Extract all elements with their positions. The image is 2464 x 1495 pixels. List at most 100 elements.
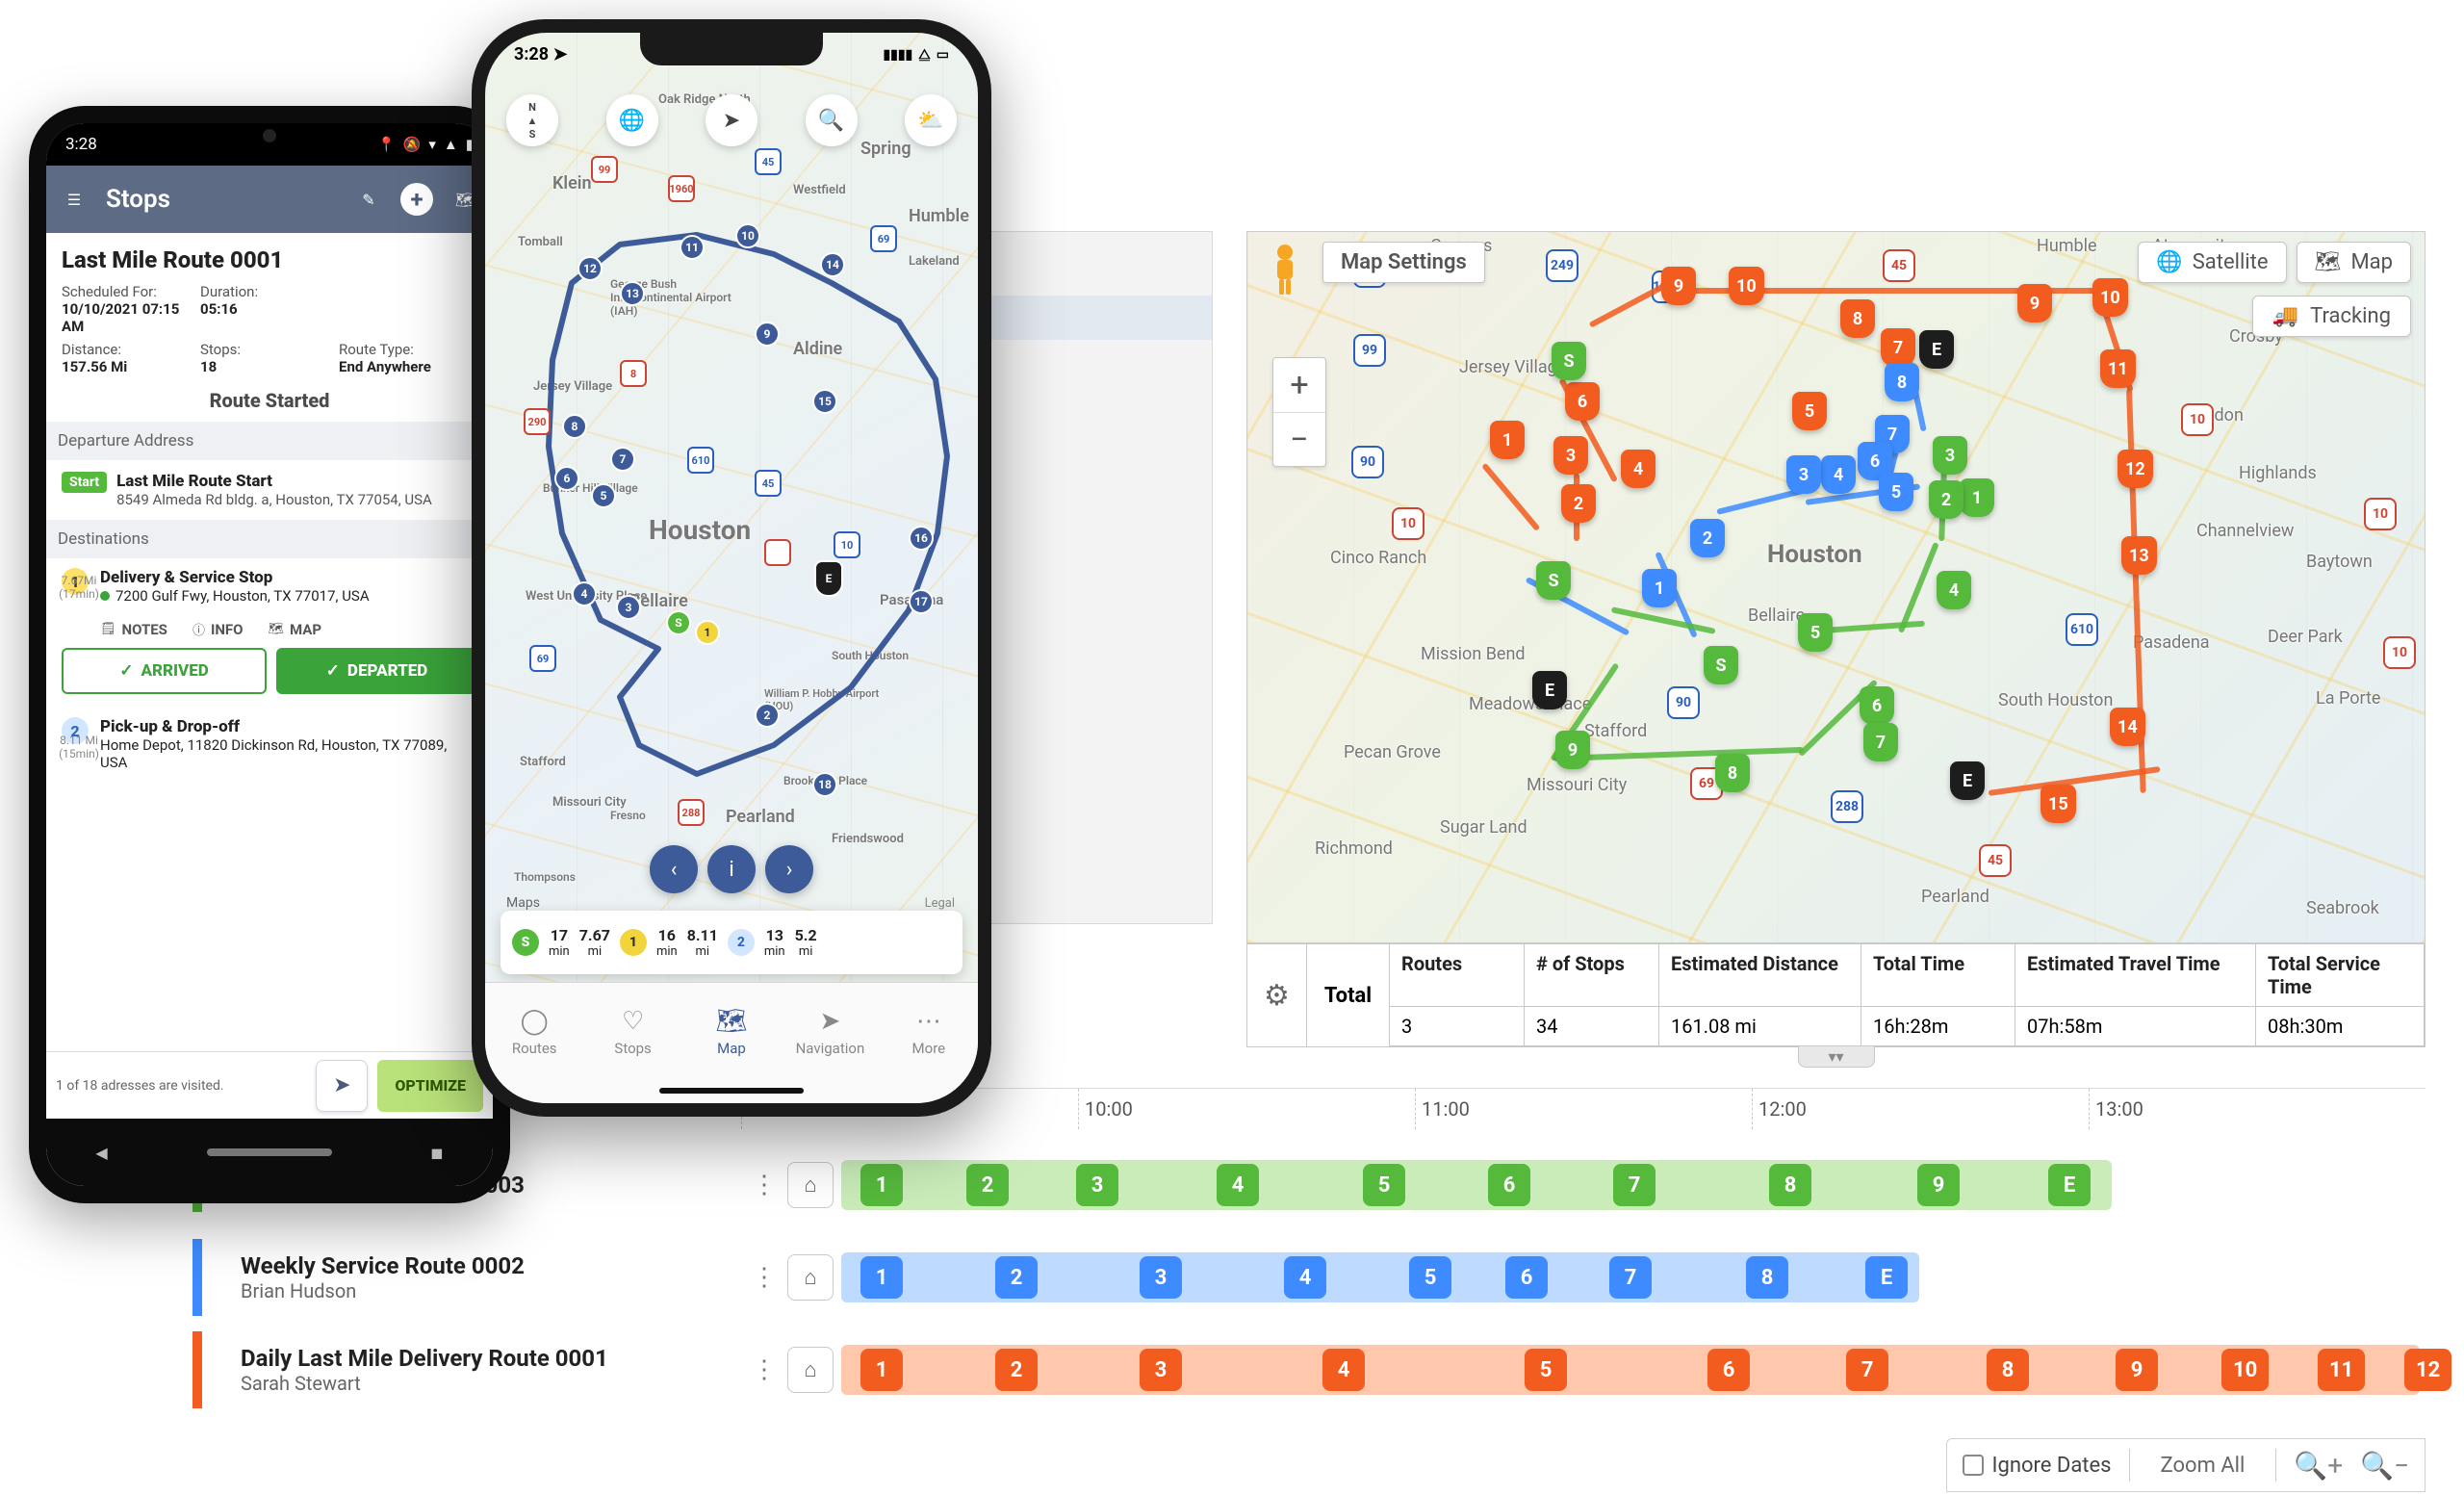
home-pill[interactable] (207, 1148, 332, 1156)
zoom-all-button[interactable]: Zoom All (2147, 1448, 2259, 1483)
locate-button[interactable]: ➤ (706, 94, 757, 146)
pegman-icon[interactable] (1265, 242, 1305, 297)
ios-start-pin[interactable]: S (666, 610, 691, 635)
zoom-out-button[interactable]: − (1273, 412, 1325, 466)
timeline-stop[interactable]: 1 (860, 1349, 903, 1391)
arrived-button[interactable]: ✓ ARRIVED (62, 648, 267, 694)
timeline-stop[interactable]: 3 (1140, 1256, 1182, 1299)
tab-map[interactable]: 🗺Map (682, 983, 781, 1080)
tracking-button[interactable]: 🚚Tracking (2252, 296, 2411, 337)
timeline-stop[interactable]: 5 (1363, 1164, 1405, 1206)
prev-stop-button[interactable]: ‹ (650, 845, 698, 893)
map-stop-pin[interactable]: 4 (1821, 455, 1856, 494)
expand-handle[interactable]: ▾▾ (1798, 1046, 1875, 1068)
compass-button[interactable]: N▲S (506, 94, 558, 146)
map-stop-pin[interactable]: 1 (1642, 569, 1677, 607)
map-stop-pin[interactable]: 13 (2121, 536, 2157, 575)
map-stop-pin[interactable]: 10 (1729, 267, 1764, 305)
map-stop-pin[interactable]: 4 (1621, 450, 1656, 488)
ios-current-pin[interactable]: 1 (695, 620, 720, 645)
satellite-toggle[interactable]: 🌐Satellite (2138, 242, 2286, 283)
map-settings-button[interactable]: Map Settings (1322, 242, 1485, 283)
timeline-stop[interactable]: 3 (1076, 1164, 1118, 1206)
map-stop-pin[interactable]: S (1704, 646, 1738, 684)
map-stop-pin[interactable]: 5 (1792, 392, 1827, 430)
timeline-stop[interactable]: 2 (995, 1256, 1038, 1299)
ios-end-pin[interactable]: E (814, 560, 843, 597)
ios-stop-pin[interactable]: 8 (562, 414, 587, 439)
timeline-stop[interactable]: 11 (2318, 1349, 2365, 1391)
navigate-button[interactable]: ➤ (316, 1060, 368, 1112)
ios-stop-pin[interactable]: 12 (578, 256, 603, 281)
map-stop-pin[interactable]: 4 (1937, 571, 1971, 609)
map-stop-pin[interactable]: 2 (1929, 480, 1964, 519)
map-end-pin[interactable]: E (1950, 761, 1985, 800)
timeline-stop[interactable]: 9 (1917, 1164, 1960, 1206)
map-stop-pin[interactable]: 12 (2118, 450, 2153, 488)
home-button[interactable]: ⌂ (787, 1347, 834, 1393)
map-stop-pin[interactable]: 7 (1881, 328, 1915, 367)
gear-icon[interactable]: ⚙ (1247, 944, 1307, 1046)
map-stop-pin[interactable]: 1 (1490, 421, 1525, 459)
timeline-stop[interactable]: 8 (1987, 1349, 2029, 1391)
weather-button[interactable]: ⛅ (905, 94, 957, 146)
start-stop-row[interactable]: Start Last Mile Route Start8549 Almeda R… (62, 460, 477, 520)
timeline-stop[interactable]: 5 (1409, 1256, 1451, 1299)
timeline-stop[interactable]: 3 (1140, 1349, 1182, 1391)
timeline-stop[interactable]: 6 (1488, 1164, 1530, 1206)
timeline-stop[interactable]: 10 (2221, 1349, 2269, 1391)
route-name[interactable]: Daily Last Mile Delivery Route 0001 (241, 1345, 741, 1372)
home-indicator[interactable] (659, 1088, 804, 1094)
timeline-stop[interactable]: 7 (1846, 1349, 1888, 1391)
globe-button[interactable]: 🌐 (606, 94, 658, 146)
stop-row[interactable]: 1 Delivery & Service Stop7200 Gulf Fwy, … (62, 558, 477, 614)
timeline-stop[interactable]: 8 (1746, 1256, 1788, 1299)
info-button[interactable]: ⓘ INFO (192, 620, 244, 638)
collapse-panel-handle[interactable]: « (1246, 549, 1247, 626)
ios-stop-pin[interactable]: 5 (591, 483, 616, 508)
ios-stop-pin[interactable]: 13 (620, 281, 645, 306)
recent-button[interactable]: ◼ (430, 1144, 443, 1162)
ios-stop-pin[interactable]: 14 (820, 252, 845, 277)
row-menu-button[interactable]: ⋮ (741, 1263, 787, 1292)
map-stop-pin[interactable]: 8 (1840, 299, 1875, 338)
timeline-stop[interactable]: E (2048, 1164, 2091, 1206)
ios-stop-pin[interactable]: 17 (909, 589, 934, 614)
map-stop-pin[interactable]: 1 (1960, 478, 1994, 517)
timeline-stop[interactable]: 2 (966, 1164, 1009, 1206)
timeline-stop[interactable]: E (1865, 1256, 1908, 1299)
optimize-button[interactable]: OPTIMIZE (377, 1060, 483, 1112)
map-stop-pin[interactable]: 3 (1553, 436, 1588, 475)
home-button[interactable]: ⌂ (787, 1254, 834, 1301)
zoom-in-button[interactable]: + (1273, 358, 1325, 412)
notes-button[interactable]: 🗒 NOTES (100, 620, 167, 638)
timeline-stop[interactable]: 5 (1525, 1349, 1567, 1391)
timeline-stop[interactable]: 1 (860, 1164, 903, 1206)
ios-stop-pin[interactable]: 7 (610, 447, 635, 472)
map-stop-pin[interactable]: 3 (1786, 455, 1821, 494)
map-stop-pin[interactable]: 9 (1555, 731, 1590, 769)
map-stop-pin[interactable]: 11 (2100, 349, 2136, 388)
map-stop-pin[interactable]: 9 (1661, 267, 1696, 305)
menu-icon[interactable]: ☰ (58, 191, 90, 209)
map-stop-pin[interactable]: 10 (2092, 278, 2128, 317)
timeline-stop[interactable]: 8 (1769, 1164, 1811, 1206)
map-stop-pin[interactable]: 6 (1565, 382, 1600, 421)
zoom-in-icon[interactable]: 🔍+ (2294, 1450, 2343, 1482)
map-stop-pin[interactable]: 2 (1561, 484, 1596, 523)
map-stop-pin[interactable]: 15 (2040, 785, 2076, 823)
ios-stop-pin[interactable]: 10 (735, 223, 760, 248)
map-stop-pin[interactable]: 5 (1879, 473, 1913, 511)
map-stop-pin[interactable]: S (1552, 342, 1586, 380)
ios-stop-pin[interactable]: 4 (572, 581, 597, 606)
map-stop-pin[interactable]: 6 (1860, 686, 1894, 725)
info-button[interactable]: i (707, 845, 756, 893)
map-stop-pin[interactable]: S (1536, 561, 1571, 600)
map-stop-pin[interactable]: 3 (1933, 436, 1967, 475)
timeline-stop[interactable]: 12 (2404, 1349, 2451, 1391)
ios-stop-pin[interactable]: 6 (554, 466, 579, 491)
ios-stop-pin[interactable]: 11 (680, 235, 705, 260)
ios-stop-pin[interactable]: 9 (755, 322, 780, 347)
stop-row[interactable]: 2 Pick-up & Drop-offHome Depot, 11820 Di… (62, 708, 477, 781)
map-stop-pin[interactable]: 7 (1863, 723, 1898, 761)
